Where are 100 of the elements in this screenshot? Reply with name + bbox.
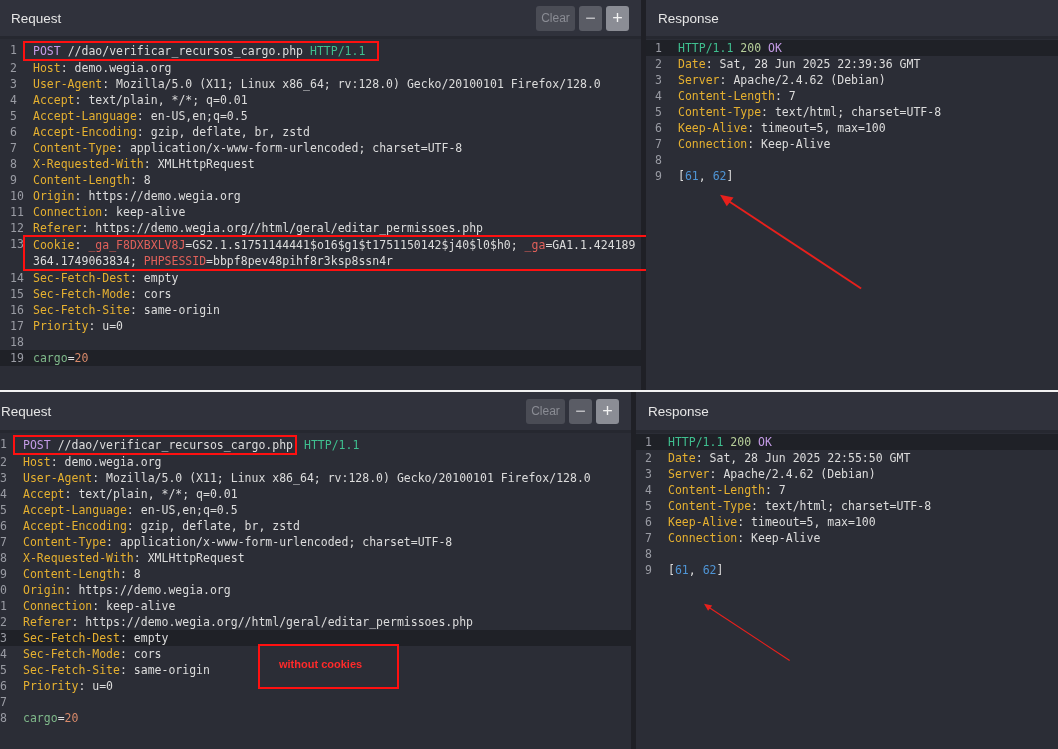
code-text: Date: Sat, 28 Jun 2025 22:39:36 GMT: [678, 56, 921, 72]
code-text: Accept-Language: en-US,en;q=0.5: [23, 503, 238, 517]
line-number: 3: [644, 466, 653, 482]
line-number: 9: [0, 566, 8, 582]
line-number: 2: [0, 614, 8, 630]
line-number: 14: [9, 270, 25, 286]
toolbar-button[interactable]: Clear: [536, 5, 575, 31]
code-text: Content-Type: text/html; charset=UTF-8: [678, 104, 942, 120]
code-text: Connection: Keep-Alive: [668, 530, 821, 546]
code-text: HTTP/1.1: [302, 438, 360, 452]
code-text: Priority: u=0: [23, 679, 113, 693]
code-text: Content-Length: 8: [23, 567, 141, 581]
code-text: Content-Length: 7: [678, 88, 796, 104]
toolbar-button[interactable]: Clear: [526, 398, 565, 424]
line-number: 8: [9, 156, 18, 172]
code-text: Referer: https://demo.wegia.org//html/geral/editar_permissoes.php: [33, 221, 484, 235]
code-text: Server: Apache/2.4.62 (Debian): [678, 72, 886, 88]
code-text: Sec-Fetch-Mode: cors: [23, 647, 162, 661]
line-number: 1: [9, 42, 18, 59]
line-number: 5: [0, 502, 8, 518]
line-number: 5: [9, 108, 18, 124]
panel-title: Response: [658, 10, 719, 26]
code-text: Sec-Fetch-Mode: cors: [33, 287, 172, 301]
line-number: 13: [9, 236, 25, 253]
panel-title: Response: [648, 403, 709, 419]
toolbar-button[interactable]: −: [569, 398, 592, 424]
toolbar-button[interactable]: −: [579, 5, 602, 31]
line-number: 2: [644, 450, 653, 466]
line-number: 4: [644, 482, 653, 498]
line-number: 18: [9, 334, 25, 350]
line-number: 15: [9, 286, 25, 302]
line-number: 2: [654, 56, 663, 72]
code-text: Server: Apache/2.4.62 (Debian): [668, 466, 876, 482]
line-number: 1: [0, 436, 8, 453]
line-number: 8: [654, 152, 663, 168]
code-text: Connection: keep-alive: [23, 599, 176, 613]
line-number: 12: [9, 220, 25, 236]
code-text: Sec-Fetch-Site: same-origin: [33, 303, 220, 317]
code-text: Content-Type: application/x-www-form-urlencoded; charset=UTF-8: [33, 141, 463, 155]
line-number: 5: [0, 662, 8, 678]
line-number: 3: [654, 72, 663, 88]
line-number: 1: [654, 40, 663, 56]
annotation-note: without cookies: [258, 644, 399, 689]
code-text: [61, 62]: [668, 562, 724, 578]
line-number: 6: [0, 678, 8, 694]
line-number: 11: [9, 204, 25, 220]
line-number: 3: [9, 76, 18, 92]
toolbar-button[interactable]: +: [596, 398, 619, 424]
code-text: Origin: https://demo.wegia.org: [33, 189, 241, 203]
line-number: 16: [9, 302, 25, 318]
line-number: 0: [0, 582, 8, 598]
line-number: 7: [644, 530, 653, 546]
code-text: Priority: u=0: [33, 319, 123, 333]
line-number: 1: [0, 598, 8, 614]
code-text: Connection: keep-alive: [33, 205, 186, 219]
code-text: Host: demo.wegia.org: [33, 61, 172, 75]
line-number: 9: [644, 562, 653, 578]
line-number: 9: [9, 172, 18, 188]
line-number: 6: [644, 514, 653, 530]
toolbar-button[interactable]: +: [606, 5, 629, 31]
boxed-code-text: POST //dao/verificar_recursos_cargo.php: [13, 435, 298, 455]
line-number: 9: [654, 168, 663, 184]
line-number: 4: [0, 646, 8, 662]
line-number: 8: [0, 550, 8, 566]
code-text: Keep-Alive: timeout=5, max=100: [668, 514, 876, 530]
line-number: 4: [0, 486, 8, 502]
code-text: Sec-Fetch-Dest: empty: [23, 631, 169, 645]
code-text: HTTP/1.1 200 OK: [678, 40, 782, 56]
code-text: User-Agent: Mozilla/5.0 (X11; Linux x86_64; rv:128.0) Gecko/20100101 Firefox/128.0: [23, 471, 591, 485]
line-number: 4: [654, 88, 663, 104]
code-text: Sec-Fetch-Site: same-origin: [23, 663, 210, 677]
panel-title: Request: [1, 403, 52, 419]
code-text: Accept-Language: en-US,en;q=0.5: [33, 109, 248, 123]
line-number: 7: [9, 140, 18, 156]
line-number: 8: [644, 546, 653, 562]
line-number: 5: [644, 498, 653, 514]
code-text: Date: Sat, 28 Jun 2025 22:55:50 GMT: [668, 450, 911, 466]
line-number: 17: [9, 318, 25, 334]
panel-title: Request: [11, 10, 62, 26]
line-number: 6: [9, 124, 18, 140]
boxed-code-text: POST //dao/verificar_recursos_cargo.php HTTP/1.1: [23, 41, 380, 61]
line-number: 3: [0, 630, 8, 646]
code-text: Accept-Encoding: gzip, deflate, br, zstd: [33, 125, 310, 139]
line-number: 2: [9, 60, 18, 76]
line-number: 8: [0, 710, 8, 726]
line-number: 7: [0, 534, 8, 550]
code-text: cargo=20: [33, 351, 89, 365]
code-text: User-Agent: Mozilla/5.0 (X11; Linux x86_64; rv:128.0) Gecko/20100101 Firefox/128.0: [33, 77, 601, 91]
code-text: Content-Length: 7: [668, 482, 786, 498]
line-number: 7: [0, 694, 8, 710]
code-text: Accept: text/plain, */*; q=0.01: [23, 487, 238, 501]
code-text: Accept: text/plain, */*; q=0.01: [33, 93, 248, 107]
line-number: 2: [0, 454, 8, 470]
code-text: Host: demo.wegia.org: [23, 455, 162, 469]
code-text: Sec-Fetch-Dest: empty: [33, 271, 179, 285]
line-number: 3: [0, 470, 8, 486]
code-text: cargo=20: [23, 711, 79, 725]
code-text: Keep-Alive: timeout=5, max=100: [678, 120, 886, 136]
line-number: 4: [9, 92, 18, 108]
code-text: Accept-Encoding: gzip, deflate, br, zstd: [23, 519, 300, 533]
